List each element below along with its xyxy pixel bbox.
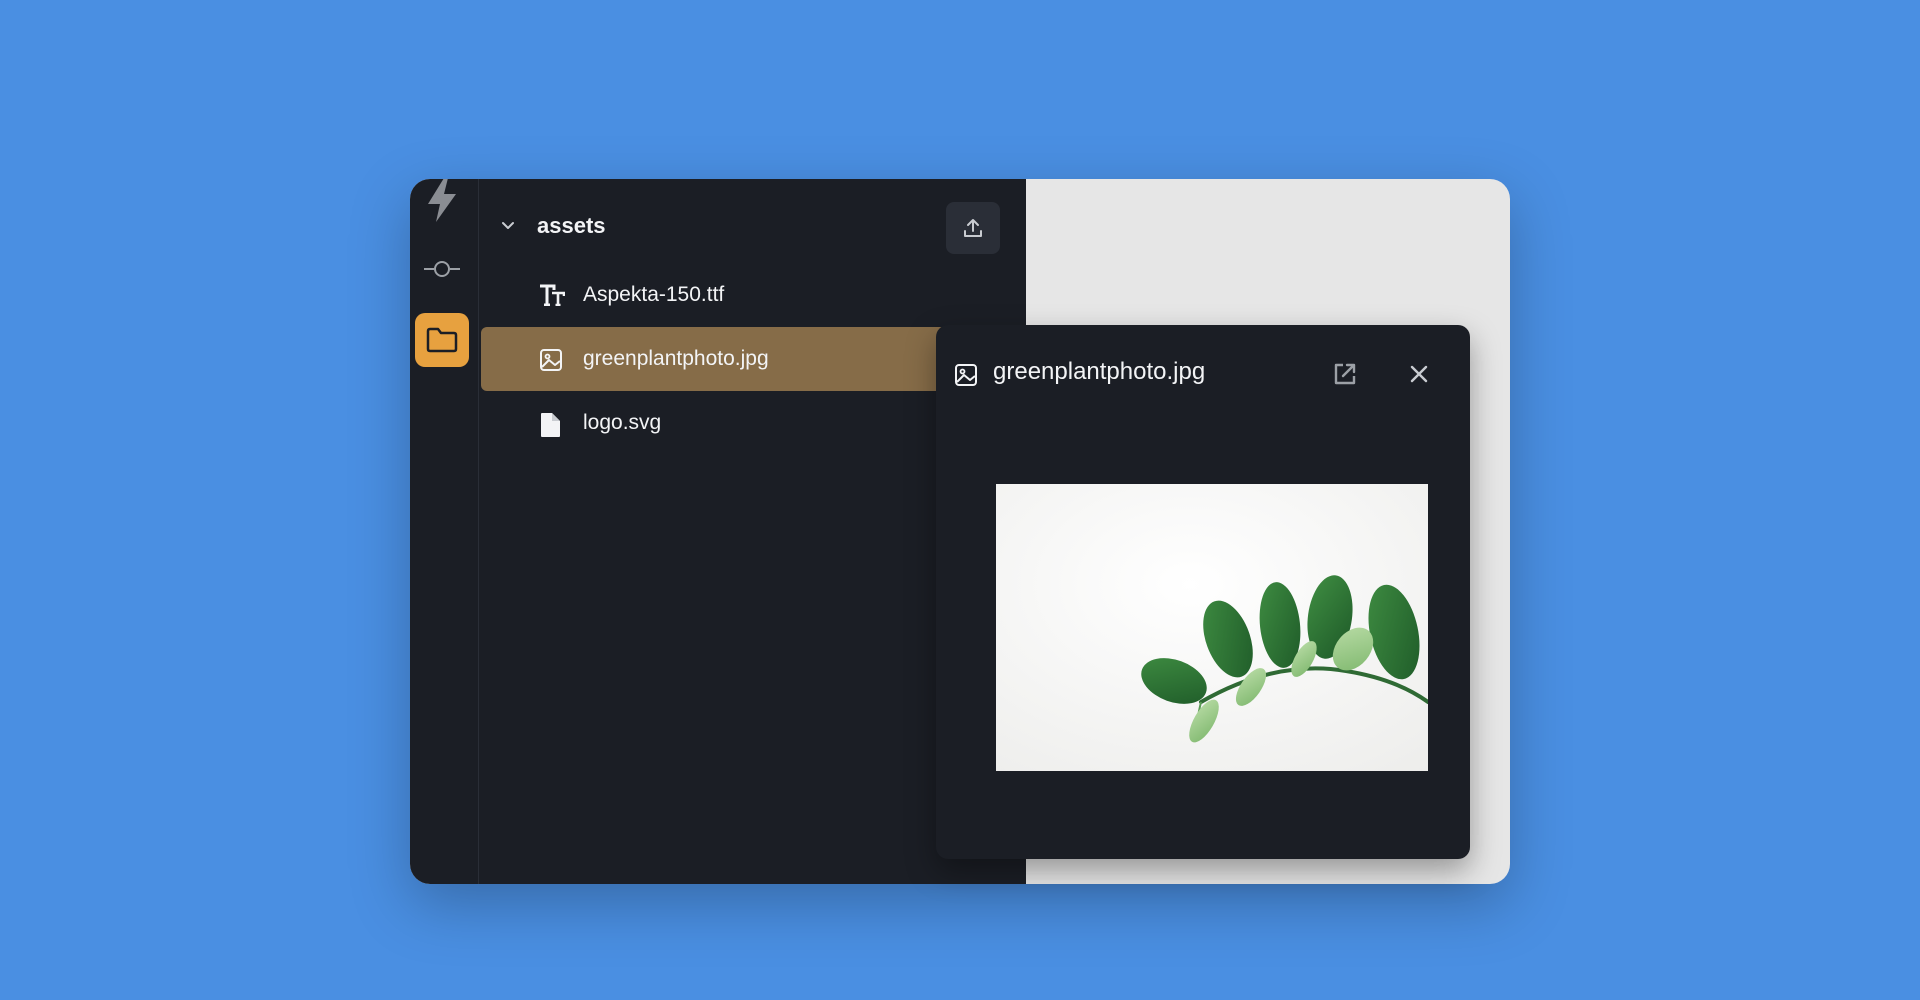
upload-button[interactable] bbox=[946, 202, 1000, 254]
folder-name: assets bbox=[537, 213, 606, 238]
chevron-down-icon[interactable] bbox=[499, 217, 517, 235]
file-name: greenplantphoto.jpg bbox=[583, 347, 769, 370]
green-plant-photo bbox=[996, 484, 1428, 771]
file-item-greenplantphoto[interactable]: greenplantphoto.jpg bbox=[481, 327, 1001, 391]
file-item-logo[interactable]: logo.svg bbox=[481, 391, 1001, 455]
image-icon bbox=[540, 349, 562, 371]
close-icon[interactable] bbox=[1408, 363, 1430, 385]
upload-icon bbox=[964, 219, 982, 237]
lightning-icon[interactable] bbox=[415, 179, 469, 227]
activity-bar bbox=[410, 179, 479, 884]
image-preview bbox=[996, 484, 1428, 771]
file-name: logo.svg bbox=[583, 411, 662, 434]
external-link-icon[interactable] bbox=[1332, 361, 1358, 387]
folder-row-assets[interactable]: assets bbox=[479, 199, 1026, 253]
preview-title: greenplantphoto.jpg bbox=[993, 358, 1206, 385]
commit-icon[interactable] bbox=[415, 242, 469, 296]
file-name: Aspekta-150.ttf bbox=[583, 283, 725, 306]
image-preview-popover: greenplantphoto.jpg bbox=[936, 325, 1470, 859]
file-item-aspekta[interactable]: Aspekta-150.ttf bbox=[481, 263, 1001, 327]
document-icon bbox=[541, 413, 560, 437]
font-icon bbox=[540, 284, 565, 306]
folder-icon[interactable] bbox=[415, 313, 469, 367]
image-icon bbox=[955, 364, 977, 386]
